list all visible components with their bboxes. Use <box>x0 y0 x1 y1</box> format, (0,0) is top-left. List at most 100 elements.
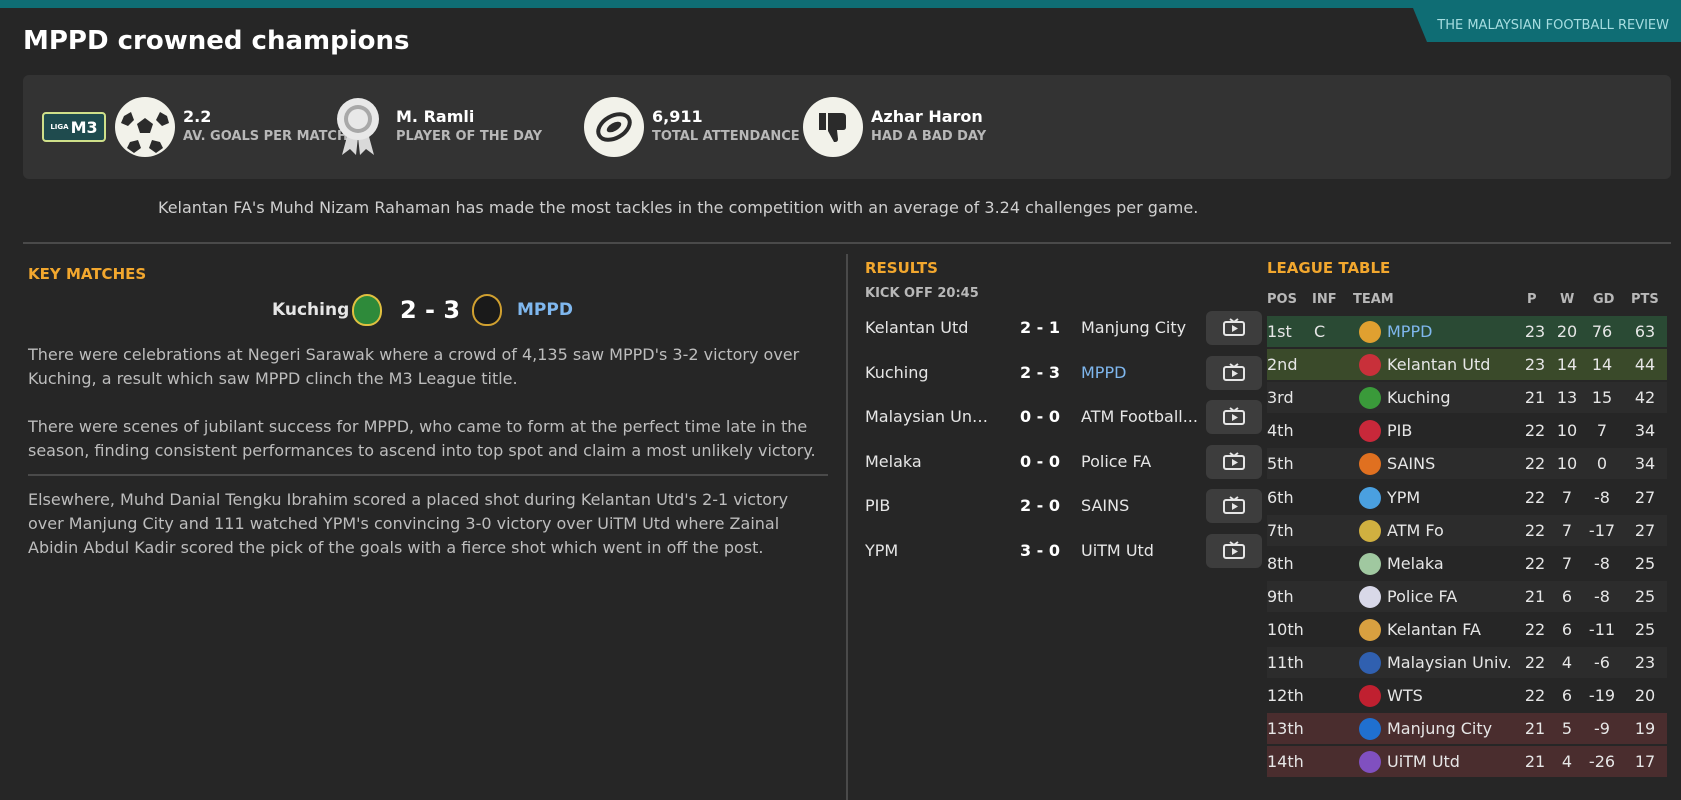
table-position: 8th <box>1267 553 1294 573</box>
team-crest-icon <box>1359 585 1381 608</box>
result-score[interactable]: 2 - 1 <box>1010 318 1070 337</box>
result-home-team[interactable]: Kelantan Utd <box>865 318 990 337</box>
table-row[interactable]: 2nd Kelantan Utd 23 14 14 44 <box>1267 349 1667 381</box>
table-team-name[interactable]: UiTM Utd <box>1387 752 1460 771</box>
table-won: 6 <box>1561 686 1573 706</box>
table-goal-diff: 0 <box>1596 454 1608 474</box>
stat-value: Azhar Haron <box>871 107 983 126</box>
table-row[interactable]: 13th Manjung City 21 5 -9 19 <box>1267 713 1667 745</box>
result-row[interactable]: Kelantan Utd 2 - 1 Manjung City <box>865 308 1265 348</box>
tv-icon <box>1223 407 1245 425</box>
result-home-team[interactable]: YPM <box>865 541 990 560</box>
table-played: 22 <box>1524 653 1546 672</box>
table-team-name[interactable]: Kuching <box>1387 388 1451 407</box>
result-away-team[interactable]: Manjung City <box>1081 318 1201 337</box>
table-goal-diff: -26 <box>1588 752 1616 772</box>
result-score[interactable]: 2 - 3 <box>1010 363 1070 382</box>
table-row[interactable]: 11th Malaysian Univ. 22 4 -6 23 <box>1267 647 1667 678</box>
table-position: 2nd <box>1267 355 1298 375</box>
tv-icon <box>1223 318 1245 336</box>
table-goal-diff: -17 <box>1588 520 1616 540</box>
result-row[interactable]: PIB 2 - 0 SAINS <box>865 486 1265 526</box>
watch-highlights-button[interactable] <box>1206 355 1262 390</box>
result-score[interactable]: 2 - 0 <box>1010 496 1070 515</box>
table-won: 7 <box>1561 487 1573 507</box>
table-row[interactable]: 6th YPM 22 7 -8 27 <box>1267 482 1667 513</box>
table-team-name[interactable]: ATM Fo <box>1387 521 1444 540</box>
table-goal-diff: -11 <box>1588 619 1616 639</box>
watch-highlights-button[interactable] <box>1206 400 1262 434</box>
tv-icon <box>1223 451 1245 470</box>
table-team-name[interactable]: Kelantan FA <box>1387 620 1481 639</box>
result-row[interactable]: YPM 3 - 0 UiTM Utd <box>865 531 1265 571</box>
table-row[interactable]: 1st C MPPD 23 20 76 63 <box>1267 316 1667 347</box>
result-score[interactable]: 0 - 0 <box>1010 407 1070 426</box>
table-row[interactable]: 8th Melaka 22 7 -8 25 <box>1267 548 1667 579</box>
table-played: 22 <box>1524 487 1546 507</box>
table-row[interactable]: 3rd Kuching 21 13 15 42 <box>1267 382 1667 414</box>
table-points: 20 <box>1634 686 1656 706</box>
table-row[interactable]: 4th PIB 22 10 7 34 <box>1267 415 1667 446</box>
watch-highlights-button[interactable] <box>1206 311 1262 345</box>
stat-value: 2.2 <box>183 107 212 126</box>
col-header-pos[interactable]: POS <box>1267 292 1297 307</box>
stat-player-of-day[interactable]: M. Ramli PLAYER OF THE DAY <box>328 75 542 179</box>
table-team-name[interactable]: Police FA <box>1387 587 1457 606</box>
result-away-team[interactable]: UiTM Utd <box>1081 541 1201 560</box>
result-row[interactable]: Malaysian Uni... 0 - 0 ATM Football... <box>865 397 1265 437</box>
table-team-name[interactable]: PIB <box>1387 421 1412 440</box>
result-score[interactable]: 3 - 0 <box>1010 541 1070 560</box>
table-goal-diff: -6 <box>1594 653 1610 672</box>
table-team-name[interactable]: Malaysian Univ. <box>1387 653 1512 672</box>
table-row[interactable]: 7th ATM Fo 22 7 -17 27 <box>1267 514 1667 546</box>
table-row[interactable]: 14th UiTM Utd 21 4 -26 17 <box>1267 746 1667 778</box>
col-header-inf[interactable]: INF <box>1312 292 1337 307</box>
watch-highlights-button[interactable] <box>1206 444 1262 479</box>
team-crest-icon <box>1359 321 1381 343</box>
table-row[interactable]: 9th Police FA 21 6 -8 25 <box>1267 580 1667 612</box>
stat-bad-day[interactable]: Azhar Haron HAD A BAD DAY <box>803 75 986 179</box>
table-goal-diff: 14 <box>1591 355 1613 375</box>
table-team-name[interactable]: YPM <box>1387 488 1420 507</box>
league-logo: LIGA M3 <box>42 112 106 142</box>
table-row[interactable]: 10th Kelantan FA 22 6 -11 25 <box>1267 614 1667 645</box>
result-away-team[interactable]: SAINS <box>1081 496 1201 515</box>
result-row[interactable]: Melaka 0 - 0 Police FA <box>865 442 1265 482</box>
col-header-team[interactable]: TEAM <box>1353 292 1394 307</box>
table-team-name[interactable]: Melaka <box>1387 554 1444 573</box>
table-team-name[interactable]: SAINS <box>1387 454 1435 473</box>
result-home-team[interactable]: Malaysian Uni... <box>865 407 990 426</box>
col-header-played[interactable]: P <box>1527 292 1537 307</box>
result-away-team[interactable]: Police FA <box>1081 452 1201 471</box>
result-home-team[interactable]: Melaka <box>865 452 990 471</box>
result-home-team[interactable]: PIB <box>865 496 990 515</box>
result-home-team[interactable]: Kuching <box>865 363 990 382</box>
col-header-points[interactable]: PTS <box>1631 292 1659 307</box>
league-logo-prefix: LIGA <box>50 123 69 131</box>
table-team-name[interactable]: WTS <box>1387 686 1423 705</box>
watch-highlights-button[interactable] <box>1206 489 1262 523</box>
result-away-team[interactable]: MPPD <box>1081 363 1201 382</box>
result-row[interactable]: Kuching 2 - 3 MPPD <box>865 353 1265 393</box>
key-match-home-team[interactable]: Kuching <box>272 300 349 320</box>
table-position: 14th <box>1267 752 1304 772</box>
result-score[interactable]: 0 - 0 <box>1010 452 1070 471</box>
col-header-won[interactable]: W <box>1560 292 1574 307</box>
key-match-away-team[interactable]: MPPD <box>517 300 573 320</box>
result-away-team[interactable]: ATM Football... <box>1081 407 1201 426</box>
stat-attendance: 6,911 TOTAL ATTENDANCE <box>584 75 800 179</box>
table-position: 4th <box>1267 421 1294 441</box>
team-crest-icon <box>1359 685 1381 708</box>
watch-highlights-button[interactable] <box>1206 533 1262 568</box>
table-won: 14 <box>1556 355 1578 375</box>
table-team-name[interactable]: Manjung City <box>1387 719 1492 738</box>
table-row[interactable]: 12th WTS 22 6 -19 20 <box>1267 680 1667 711</box>
key-match-score[interactable]: 2 - 3 <box>400 296 460 324</box>
table-won: 4 <box>1561 752 1573 772</box>
table-row[interactable]: 5th SAINS 22 10 0 34 <box>1267 448 1667 480</box>
table-won: 13 <box>1556 388 1578 408</box>
col-header-goal-diff[interactable]: GD <box>1593 292 1614 307</box>
table-team-name[interactable]: MPPD <box>1387 322 1432 341</box>
other-matches-report: Elsewhere, Muhd Danial Tengku Ibrahim sc… <box>28 490 789 557</box>
table-team-name[interactable]: Kelantan Utd <box>1387 355 1490 374</box>
